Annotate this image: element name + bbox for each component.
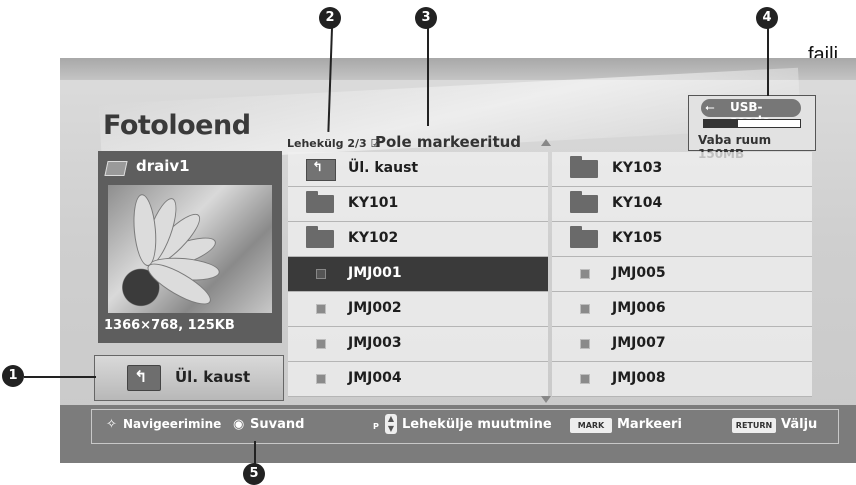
list-item-photo[interactable]: JMJ004: [288, 362, 548, 397]
folder-icon: [306, 226, 334, 248]
list-item-label: JMJ006: [612, 300, 666, 316]
list-item-label: KY101: [348, 195, 399, 211]
photo-file-icon: [316, 304, 326, 314]
photo-file-icon: [580, 304, 590, 314]
usb-capacity-bar: [703, 119, 801, 128]
list-item-label: KY102: [348, 230, 399, 246]
help-page-change: Lehekülje muutmine: [402, 417, 552, 432]
list-item-folder[interactable]: KY102: [288, 222, 548, 257]
list-item-photo[interactable]: JMJ002: [288, 292, 548, 327]
drive-name: draiv1: [136, 157, 190, 175]
list-item-label: KY105: [612, 230, 663, 246]
help-navigate: Navigeerimine: [123, 417, 222, 431]
drive-icon: [104, 161, 128, 176]
callout-4-line: [767, 28, 769, 96]
mark-status: Pole markeeritud: [375, 133, 522, 151]
help-mark: Markeeri: [617, 417, 682, 432]
list-item-label: JMJ005: [612, 265, 666, 281]
folder-icon: [306, 191, 334, 213]
list-item-photo[interactable]: JMJ001: [288, 257, 548, 292]
help-bar: ✧ Navigeerimine ◉ Suvand P ▲ ▼ Lehekülje …: [91, 409, 839, 444]
list-item-label: JMJ001: [348, 265, 402, 281]
mark-key-icon: MARK: [570, 418, 612, 433]
help-option: Suvand: [250, 417, 305, 432]
list-item-label: JMJ007: [612, 335, 666, 351]
callout-3-line: [427, 28, 429, 126]
list-item-label: JMJ008: [612, 370, 666, 386]
list-item-label: JMJ003: [348, 335, 402, 351]
list-item-label: KY104: [612, 195, 663, 211]
page-indicator: Lehekülg 2/3 ☑: [287, 137, 381, 150]
list-item-photo[interactable]: JMJ008: [552, 362, 812, 397]
usb-device-panel: ⭠ USB-seade Vaba ruum 150MB: [688, 95, 816, 161]
list-item-folder[interactable]: KY104: [552, 187, 812, 222]
photo-file-icon: [580, 374, 590, 384]
list-item-folder[interactable]: KY101: [288, 187, 548, 222]
return-key-icon: RETURN: [732, 418, 776, 433]
usb-badge: ⭠ USB-seade: [701, 99, 801, 128]
photo-file-icon: [316, 269, 326, 279]
photo-file-icon: [580, 339, 590, 349]
ok-button-icon: ◉: [233, 417, 245, 432]
parent-folder-icon: ↰: [127, 365, 161, 391]
p-key-label: P: [373, 422, 379, 431]
photo-thumbnail: [108, 185, 272, 313]
file-list-right-column: KY103 KY104 KY105 JMJ005 JMJ006 JMJ007 JMJ008: [552, 152, 812, 397]
list-item-photo[interactable]: JMJ003: [288, 327, 548, 362]
callout-2: 2: [319, 7, 341, 29]
scroll-down-arrow-icon[interactable]: [541, 396, 551, 403]
list-item-folder[interactable]: KY103: [552, 152, 812, 187]
list-item-folder[interactable]: KY105: [552, 222, 812, 257]
file-list: ↰ Ül. kaust KY101 KY102 JMJ001 JMJ002 JMJ003 JM…: [288, 152, 812, 397]
file-list-left-column: ↰ Ül. kaust KY101 KY102 JMJ001 JMJ002 JMJ003 JM…: [288, 152, 548, 397]
callout-5-line: [254, 441, 256, 465]
help-exit: Välju: [781, 417, 818, 432]
callout-5: 5: [243, 463, 265, 485]
list-item-label: Ül. kaust: [348, 160, 419, 176]
preview-panel: draiv1 1366×768, 125KB: [98, 151, 282, 343]
photo-resolution: 1366×768, 125KB: [104, 318, 235, 333]
parent-folder-label: Ül. kaust: [175, 368, 251, 386]
list-item-label: JMJ004: [348, 370, 402, 386]
folder-icon: [570, 226, 598, 248]
parent-folder-icon: ↰: [306, 159, 336, 181]
callout-1-line: [24, 376, 96, 378]
folder-icon: [570, 191, 598, 213]
list-item-label: JMJ002: [348, 300, 402, 316]
list-item-photo[interactable]: JMJ005: [552, 257, 812, 292]
usb-capacity-fill: [704, 120, 738, 127]
list-item-photo[interactable]: JMJ007: [552, 327, 812, 362]
list-item-label: KY103: [612, 160, 663, 176]
photo-file-icon: [580, 269, 590, 279]
callout-3: 3: [415, 7, 437, 29]
list-item-parent-folder[interactable]: ↰ Ül. kaust: [288, 152, 548, 187]
callout-1: 1: [2, 365, 24, 387]
page-key-icon: ▲ ▼: [385, 414, 397, 434]
usb-icon: ⭠: [705, 100, 715, 114]
scroll-up-arrow-icon[interactable]: [541, 139, 551, 146]
photo-file-icon: [316, 374, 326, 384]
callout-4: 4: [756, 7, 778, 29]
folder-icon: [570, 156, 598, 178]
navigate-icon: ✧: [106, 417, 117, 432]
page-title: Fotoloend: [103, 110, 251, 141]
photo-file-icon: [316, 339, 326, 349]
parent-folder-button[interactable]: ↰ Ül. kaust: [94, 355, 284, 401]
list-item-photo[interactable]: JMJ006: [552, 292, 812, 327]
